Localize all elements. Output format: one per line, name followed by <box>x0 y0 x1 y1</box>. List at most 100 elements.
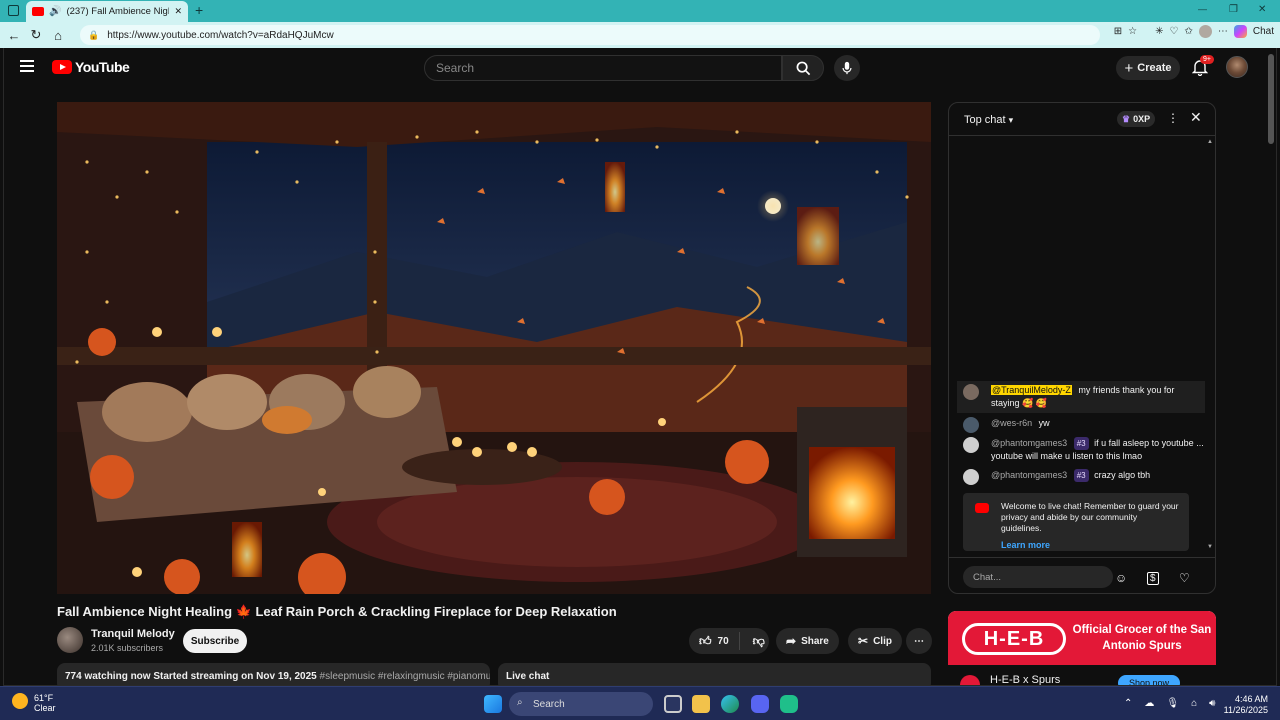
app-icon[interactable] <box>780 695 798 713</box>
share-button[interactable]: ➦ Share <box>776 628 839 654</box>
chat-message[interactable]: @phantomgames3 #3 crazy algo tbh <box>963 469 1205 485</box>
super-chat-icon[interactable]: $ <box>1147 572 1159 585</box>
shop-now-button[interactable]: Shop now <box>1118 675 1180 685</box>
tray-chevron-icon[interactable]: ⌃ <box>1124 698 1132 709</box>
youtube-icon <box>975 503 989 513</box>
voice-search-button[interactable] <box>834 55 860 81</box>
weather-widget[interactable]: 61°F Clear <box>12 693 56 713</box>
more-menu-icon[interactable]: ⋯ <box>1218 26 1228 37</box>
chat-author-name[interactable]: @phantomgames3 <box>991 438 1067 448</box>
member-rank-badge: #3 <box>1073 469 1089 482</box>
chat-author-avatar[interactable] <box>963 469 979 485</box>
taskbar-search[interactable]: ⌕ Search <box>509 692 653 716</box>
home-icon[interactable]: ⌂ <box>47 24 69 46</box>
chat-author-name[interactable]: @phantomgames3 <box>991 470 1067 480</box>
chat-mode-label: Top chat <box>964 114 1006 126</box>
create-button[interactable]: + Create <box>1116 56 1180 80</box>
url-text[interactable]: https://www.youtube.com/watch?v=aRdaHQJu… <box>107 30 333 41</box>
browser-essentials-icon[interactable]: ♡ <box>1170 26 1179 37</box>
new-tab-button[interactable]: + <box>195 2 203 18</box>
more-actions-button[interactable]: ⋯ <box>906 628 932 654</box>
chat-scroll-up-icon[interactable]: ▲ <box>1207 139 1213 145</box>
file-explorer-icon[interactable] <box>692 695 710 713</box>
onedrive-icon[interactable]: ☁ <box>1144 698 1154 709</box>
share-arrow-icon: ➦ <box>786 634 797 648</box>
active-browser-tab[interactable]: 🔊 (237) Fall Ambience Night H ✕ <box>26 1 188 22</box>
description-tags[interactable]: #sleepmusic #relaxingmusic #pianomusic <box>320 671 490 682</box>
system-tray: ⌃ ☁ 🎙︎ ⌂ 🔊︎ <box>1124 698 1215 709</box>
youtube-favicon-icon <box>32 7 44 16</box>
address-bar[interactable]: 🔒 https://www.youtube.com/watch?v=aRdaHQ… <box>80 25 1100 45</box>
back-arrow-icon[interactable]: ← <box>3 24 25 46</box>
channel-avatar[interactable] <box>57 627 83 653</box>
chat-message[interactable]: @TranquilMelody-Z my friends thank you f… <box>957 381 1205 413</box>
refresh-icon[interactable]: ↻ <box>25 24 47 46</box>
chat-author-name[interactable]: @TranquilMelody-Z <box>991 385 1072 395</box>
microphone-icon[interactable]: 🎙︎ <box>1166 698 1179 709</box>
dislike-button[interactable]: 👎︎ <box>745 634 773 649</box>
emoji-icon[interactable]: ☺ <box>1115 571 1127 585</box>
weather-sun-icon <box>12 693 28 709</box>
chat-author-avatar[interactable] <box>963 437 979 453</box>
ad-brand-logo: H-E-B <box>962 623 1066 655</box>
ad-banner[interactable]: H-E-B Official Grocer of the San Antonio… <box>948 611 1216 665</box>
chat-options-icon[interactable]: ⋮ <box>1167 111 1179 125</box>
tab-close-icon[interactable]: ✕ <box>174 6 182 17</box>
sponsored-ad[interactable]: H-E-B Official Grocer of the San Antonio… <box>948 611 1216 685</box>
plus-icon: + <box>1124 59 1134 77</box>
chat-scroll-down-icon[interactable]: ▼ <box>1207 544 1213 550</box>
extensions-icon[interactable]: ✳ <box>1155 26 1163 37</box>
task-view-icon[interactable] <box>664 695 682 713</box>
speaker-icon[interactable]: 🔊 <box>49 6 61 17</box>
chat-input[interactable]: Chat... <box>963 566 1113 588</box>
tab-actions-icon[interactable] <box>8 5 19 16</box>
favorites-icon[interactable]: ✩ <box>1184 26 1192 37</box>
heart-icon[interactable]: ♡ <box>1179 571 1190 585</box>
chat-author-name[interactable]: @wes-r6n <box>991 418 1032 428</box>
chat-mode-dropdown[interactable]: Top chat ▾ <box>964 114 1013 126</box>
clip-button[interactable]: ✂ Clip <box>848 628 902 654</box>
youtube-logo-text: YouTube <box>75 59 130 75</box>
copilot-chat-label[interactable]: Chat <box>1253 26 1274 37</box>
account-avatar[interactable] <box>1226 56 1248 78</box>
live-chat-label: Live chat <box>498 663 931 685</box>
close-chat-icon[interactable]: ✕ <box>1190 109 1202 126</box>
chat-message[interactable]: @wes-r6n yw <box>963 417 1205 433</box>
window-close-button[interactable]: ✕ <box>1258 4 1266 15</box>
description-box[interactable]: 774 watching now Started streaming on No… <box>57 663 490 685</box>
chat-author-avatar[interactable] <box>963 384 979 400</box>
chat-input-area: Chat... ☺ $ ♡ <box>949 557 1215 593</box>
page-scrollbar[interactable] <box>1268 54 1274 144</box>
clock-date: 11/26/2025 <box>1223 705 1268 715</box>
search-input[interactable]: Search <box>424 55 782 81</box>
app-available-icon[interactable]: ⊞ <box>1114 26 1122 37</box>
chat-message[interactable]: @phantomgames3 #3 if u fall asleep to yo… <box>963 437 1205 463</box>
network-icon[interactable]: ⌂ <box>1191 698 1197 709</box>
menu-icon[interactable] <box>20 60 34 72</box>
youtube-logo[interactable]: YouTube <box>52 59 130 75</box>
search-button[interactable] <box>782 55 824 81</box>
window-maximize-button[interactable]: ❐ <box>1229 4 1238 15</box>
learn-more-link[interactable]: Learn more <box>1001 540 1179 551</box>
profile-icon[interactable] <box>1198 25 1212 38</box>
live-chat-panel: Top chat ▾ ♛ 0XP ⋮ ✕ ▲ @TranquilMelody-Z… <box>948 102 1216 594</box>
edge-browser-icon[interactable] <box>721 695 739 713</box>
site-info-icon[interactable]: 🔒 <box>88 30 99 41</box>
taskbar-clock[interactable]: 4:46 AM 11/26/2025 <box>1222 694 1268 716</box>
video-title: Fall Ambience Night Healing 🍁 Leaf Rain … <box>57 604 617 619</box>
copilot-icon[interactable] <box>1233 25 1247 38</box>
like-button[interactable]: 👍︎ 70 <box>689 632 740 650</box>
ad-tagline: Official Grocer of the San Antonio Spurs <box>1072 624 1212 652</box>
xp-badge[interactable]: ♛ 0XP <box>1117 111 1156 127</box>
video-player[interactable] <box>57 102 931 594</box>
chat-author-avatar[interactable] <box>963 417 979 433</box>
favorite-star-icon[interactable]: ☆ <box>1128 26 1137 37</box>
window-minimize-button[interactable]: — <box>1198 4 1207 14</box>
discord-icon[interactable] <box>751 695 769 713</box>
volume-icon[interactable]: 🔊︎ <box>1209 698 1215 709</box>
member-rank-badge: #3 <box>1073 437 1089 450</box>
windows-start-icon[interactable] <box>484 695 502 713</box>
subscribe-button[interactable]: Subscribe <box>183 629 247 653</box>
notification-count-badge: 9+ <box>1200 55 1214 64</box>
channel-name[interactable]: Tranquil Melody <box>91 628 175 640</box>
